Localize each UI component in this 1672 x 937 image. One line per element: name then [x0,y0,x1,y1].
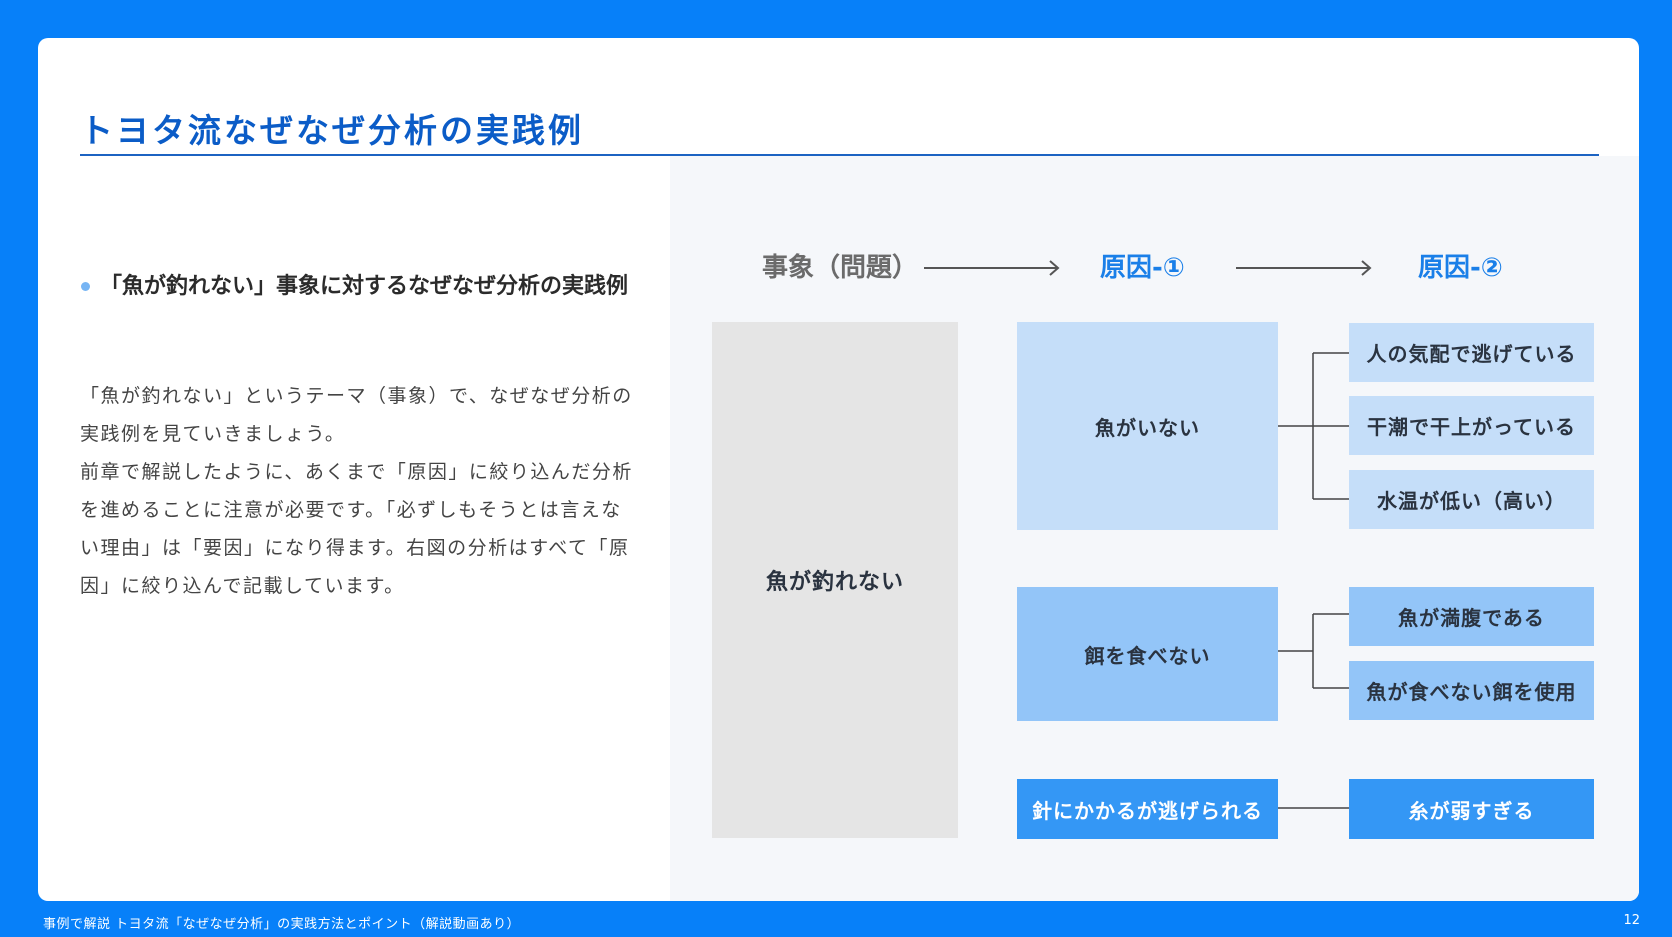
cause1-box: 魚がいない [1017,322,1278,530]
cause2-box: 水温が低い（高い） [1349,470,1594,529]
cause2-box: 魚が満腹である [1349,587,1594,646]
bullet-heading: 「魚が釣れない」事象に対するなぜなぜ分析の実践例 [100,274,629,299]
cause2-box: 糸が弱すぎる [1349,779,1594,839]
footer-source: 事例で解説 トヨタ流「なぜなぜ分析」の実践方法とポイント（解説動画あり） [43,917,521,932]
event-box: 魚が釣れない [712,322,958,838]
arrow-right-icon [924,260,1060,276]
cause2-box: 人の気配で逃げている [1349,323,1594,382]
cause1-box: 針にかかるが逃げられる [1017,779,1278,839]
page-title: トヨタ流なぜなぜ分析の実践例 [80,111,584,150]
slide-card: トヨタ流なぜなぜ分析の実践例 「魚が釣れない」事象に対するなぜなぜ分析の実践例 … [38,38,1639,901]
cause1-box: 餌を食べない [1017,587,1278,721]
arrow-right-icon [1236,260,1372,276]
header-cause-1: 原因-① [1100,253,1185,283]
cause2-box: 魚が食べない餌を使用 [1349,661,1594,720]
body-text: 「魚が釣れない」というテーマ（事象）で、なぜなぜ分析の実践例を見ていきましょう。… [80,377,640,605]
page-number: 12 [1623,913,1640,928]
header-cause-2: 原因-② [1418,253,1503,283]
cause2-box: 干潮で干上がっている [1349,396,1594,455]
body-paragraph-1: 「魚が釣れない」というテーマ（事象）で、なぜなぜ分析の実践例を見ていきましょう。 [80,385,633,445]
body-paragraph-2: 前章で解説したように、あくまで「原因」に絞り込んだ分析を進めることに注意が必要で… [80,461,633,597]
bullet-dot-icon [81,282,90,291]
header-event: 事象（問題） [762,253,919,283]
